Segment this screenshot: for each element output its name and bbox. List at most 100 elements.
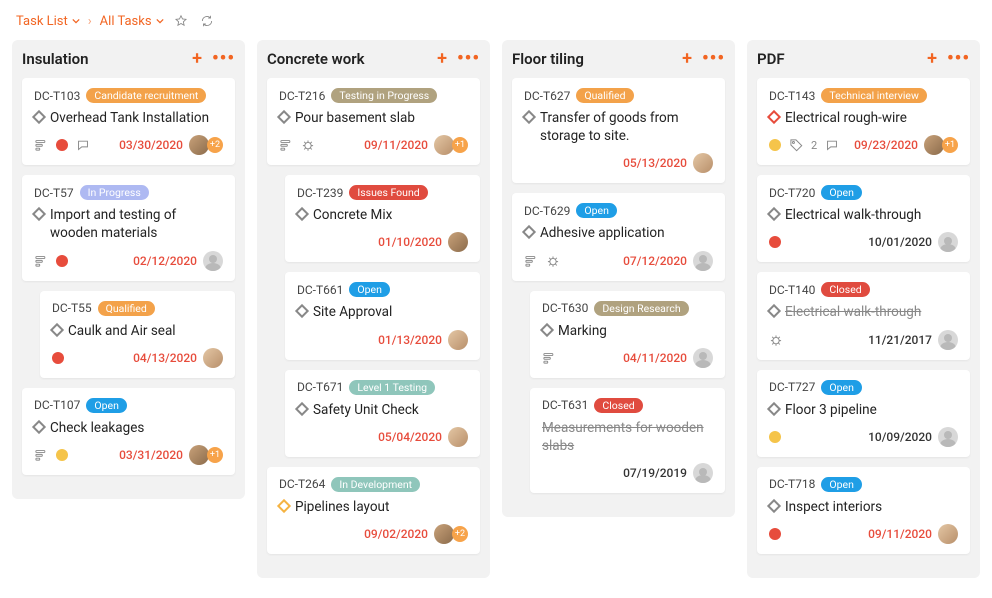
card-footer: 02/12/2020 xyxy=(34,251,223,271)
assignee-avatar[interactable] xyxy=(693,348,713,368)
task-card[interactable]: DC-T239Issues FoundConcrete Mix01/10/202… xyxy=(285,175,480,262)
assignee-avatar[interactable] xyxy=(189,445,209,465)
status-pill: Open xyxy=(349,282,390,297)
card-footer-right: 11/21/2017 xyxy=(868,330,958,350)
task-card[interactable]: DC-T661OpenSite Approval01/13/2020 xyxy=(285,272,480,359)
card-footer: 01/13/2020 xyxy=(297,330,468,350)
breadcrumb: Task List › All Tasks xyxy=(12,8,980,40)
priority-diamond-icon xyxy=(767,304,781,318)
due-date: 04/13/2020 xyxy=(133,351,197,365)
assignee-avatar[interactable] xyxy=(693,153,713,173)
column-menu-button[interactable]: ••• xyxy=(702,50,725,68)
card-footer-left xyxy=(34,448,68,462)
favorite-button[interactable] xyxy=(172,12,190,30)
task-card[interactable]: DC-T57In ProgressImport and testing of w… xyxy=(22,175,235,280)
card-title-row: Marking xyxy=(542,322,713,340)
task-title: Electrical walk-through xyxy=(785,303,921,321)
task-card[interactable]: DC-T629OpenAdhesive application07/12/202… xyxy=(512,193,725,280)
priority-diamond-icon xyxy=(522,110,536,124)
priority-dot-icon xyxy=(52,352,64,364)
card-footer-right: 05/04/2020 xyxy=(378,427,468,447)
task-id: DC-T671 xyxy=(297,380,343,394)
card-footer-left xyxy=(769,333,783,347)
breadcrumb-current-label: All Tasks xyxy=(100,14,152,29)
task-card[interactable]: DC-T216Testing in ProgressPour basement … xyxy=(267,78,480,165)
task-card[interactable]: DC-T140ClosedElectrical walk-through11/2… xyxy=(757,272,970,359)
comments-icon xyxy=(825,138,839,152)
priority-diamond-icon xyxy=(50,323,64,337)
task-id: DC-T103 xyxy=(34,89,80,103)
add-task-button[interactable]: + xyxy=(682,50,692,68)
column-menu-button[interactable]: ••• xyxy=(212,50,235,68)
status-pill: Open xyxy=(821,185,862,200)
avatar-overflow-badge[interactable]: +1 xyxy=(452,137,468,153)
task-card[interactable]: DC-T671Level 1 TestingSafety Unit Check0… xyxy=(285,370,480,457)
avatar-overflow-badge[interactable]: +2 xyxy=(452,526,468,542)
avatar-overflow-badge[interactable]: +1 xyxy=(942,137,958,153)
bug-icon xyxy=(769,333,783,347)
task-card[interactable]: DC-T630Design ResearchMarking04/11/2020 xyxy=(530,291,725,378)
assignee-avatar[interactable] xyxy=(434,524,454,544)
priority-diamond-icon xyxy=(32,420,46,434)
kanban-column: Insulation+•••DC-T103Candidate recruitme… xyxy=(12,40,245,499)
assignee-avatar[interactable] xyxy=(938,427,958,447)
card-title-row: Caulk and Air seal xyxy=(52,322,223,340)
assignee-avatar[interactable] xyxy=(693,463,713,483)
card-footer-right: 09/23/2020 +1 xyxy=(854,135,958,155)
task-card[interactable]: DC-T727OpenFloor 3 pipeline10/09/2020 xyxy=(757,370,970,457)
assignee-avatar[interactable] xyxy=(693,251,713,271)
assignee-avatar[interactable] xyxy=(938,330,958,350)
assignee-avatar[interactable] xyxy=(203,251,223,271)
task-card[interactable]: DC-T631ClosedMeasurements for wooden sla… xyxy=(530,388,725,493)
card-top-row: DC-T661 Open xyxy=(297,282,468,297)
assignee-avatar[interactable] xyxy=(448,427,468,447)
avatar-overflow-badge[interactable]: +1 xyxy=(207,447,223,463)
assignee-avatar[interactable] xyxy=(938,524,958,544)
task-id: DC-T661 xyxy=(297,283,343,297)
status-pill: Open xyxy=(86,398,127,413)
task-card[interactable]: DC-T718OpenInspect interiors09/11/2020 xyxy=(757,467,970,554)
breadcrumb-root[interactable]: Task List xyxy=(16,14,80,29)
column-header: Floor tiling+••• xyxy=(512,50,725,68)
task-card[interactable]: DC-T720OpenElectrical walk-through10/01/… xyxy=(757,175,970,262)
assignee-avatar[interactable] xyxy=(189,135,209,155)
assignee-avatar[interactable] xyxy=(448,232,468,252)
task-card[interactable]: DC-T264In DevelopmentPipelines layout09/… xyxy=(267,467,480,554)
add-task-button[interactable]: + xyxy=(437,50,447,68)
card-footer-right: 03/31/2020+1 xyxy=(119,445,223,465)
task-card[interactable]: DC-T627QualifiedTransfer of goods from s… xyxy=(512,78,725,183)
task-title: Transfer of goods from storage to site. xyxy=(540,109,713,145)
assignee-avatar[interactable] xyxy=(434,135,454,155)
card-footer-right: 10/01/2020 xyxy=(868,232,958,252)
assignee-avatar[interactable] xyxy=(924,135,944,155)
card-top-row: DC-T727Open xyxy=(769,380,958,395)
card-footer-right: 09/11/2020 xyxy=(868,524,958,544)
status-pill: Candidate recruitment xyxy=(86,88,206,103)
avatar-overflow-badge[interactable]: +2 xyxy=(207,137,223,153)
breadcrumb-current[interactable]: All Tasks xyxy=(100,14,164,29)
card-footer-right: 01/10/2020 xyxy=(378,232,468,252)
add-task-button[interactable]: + xyxy=(192,50,202,68)
refresh-button[interactable] xyxy=(198,12,216,30)
task-card[interactable]: DC-T55QualifiedCaulk and Air seal04/13/2… xyxy=(40,291,235,378)
task-title: Marking xyxy=(558,322,607,340)
task-card[interactable]: DC-T107OpenCheck leakages03/31/2020+1 xyxy=(22,388,235,475)
column-title: Concrete work xyxy=(267,50,365,68)
subtasks-icon xyxy=(542,351,556,365)
due-date: 04/11/2020 xyxy=(623,351,687,365)
priority-dot-icon xyxy=(769,528,781,540)
column-menu-button[interactable]: ••• xyxy=(457,50,480,68)
assignee-avatar[interactable] xyxy=(203,348,223,368)
due-date: 09/23/2020 xyxy=(854,138,918,152)
column-header: Concrete work + ••• xyxy=(267,50,480,68)
task-card[interactable]: DC-T143Technical interviewElectrical rou… xyxy=(757,78,970,165)
card-top-row: DC-T631Closed xyxy=(542,398,713,413)
assignee-avatar[interactable] xyxy=(448,330,468,350)
card-top-row: DC-T671Level 1 Testing xyxy=(297,380,468,395)
assignee-avatar[interactable] xyxy=(938,232,958,252)
status-pill: Open xyxy=(576,203,617,218)
card-footer: 09/11/2020+1 xyxy=(279,135,468,155)
add-task-button[interactable]: + xyxy=(927,50,937,68)
column-menu-button[interactable]: ••• xyxy=(947,50,970,68)
task-card[interactable]: DC-T103Candidate recruitmentOverhead Tan… xyxy=(22,78,235,165)
